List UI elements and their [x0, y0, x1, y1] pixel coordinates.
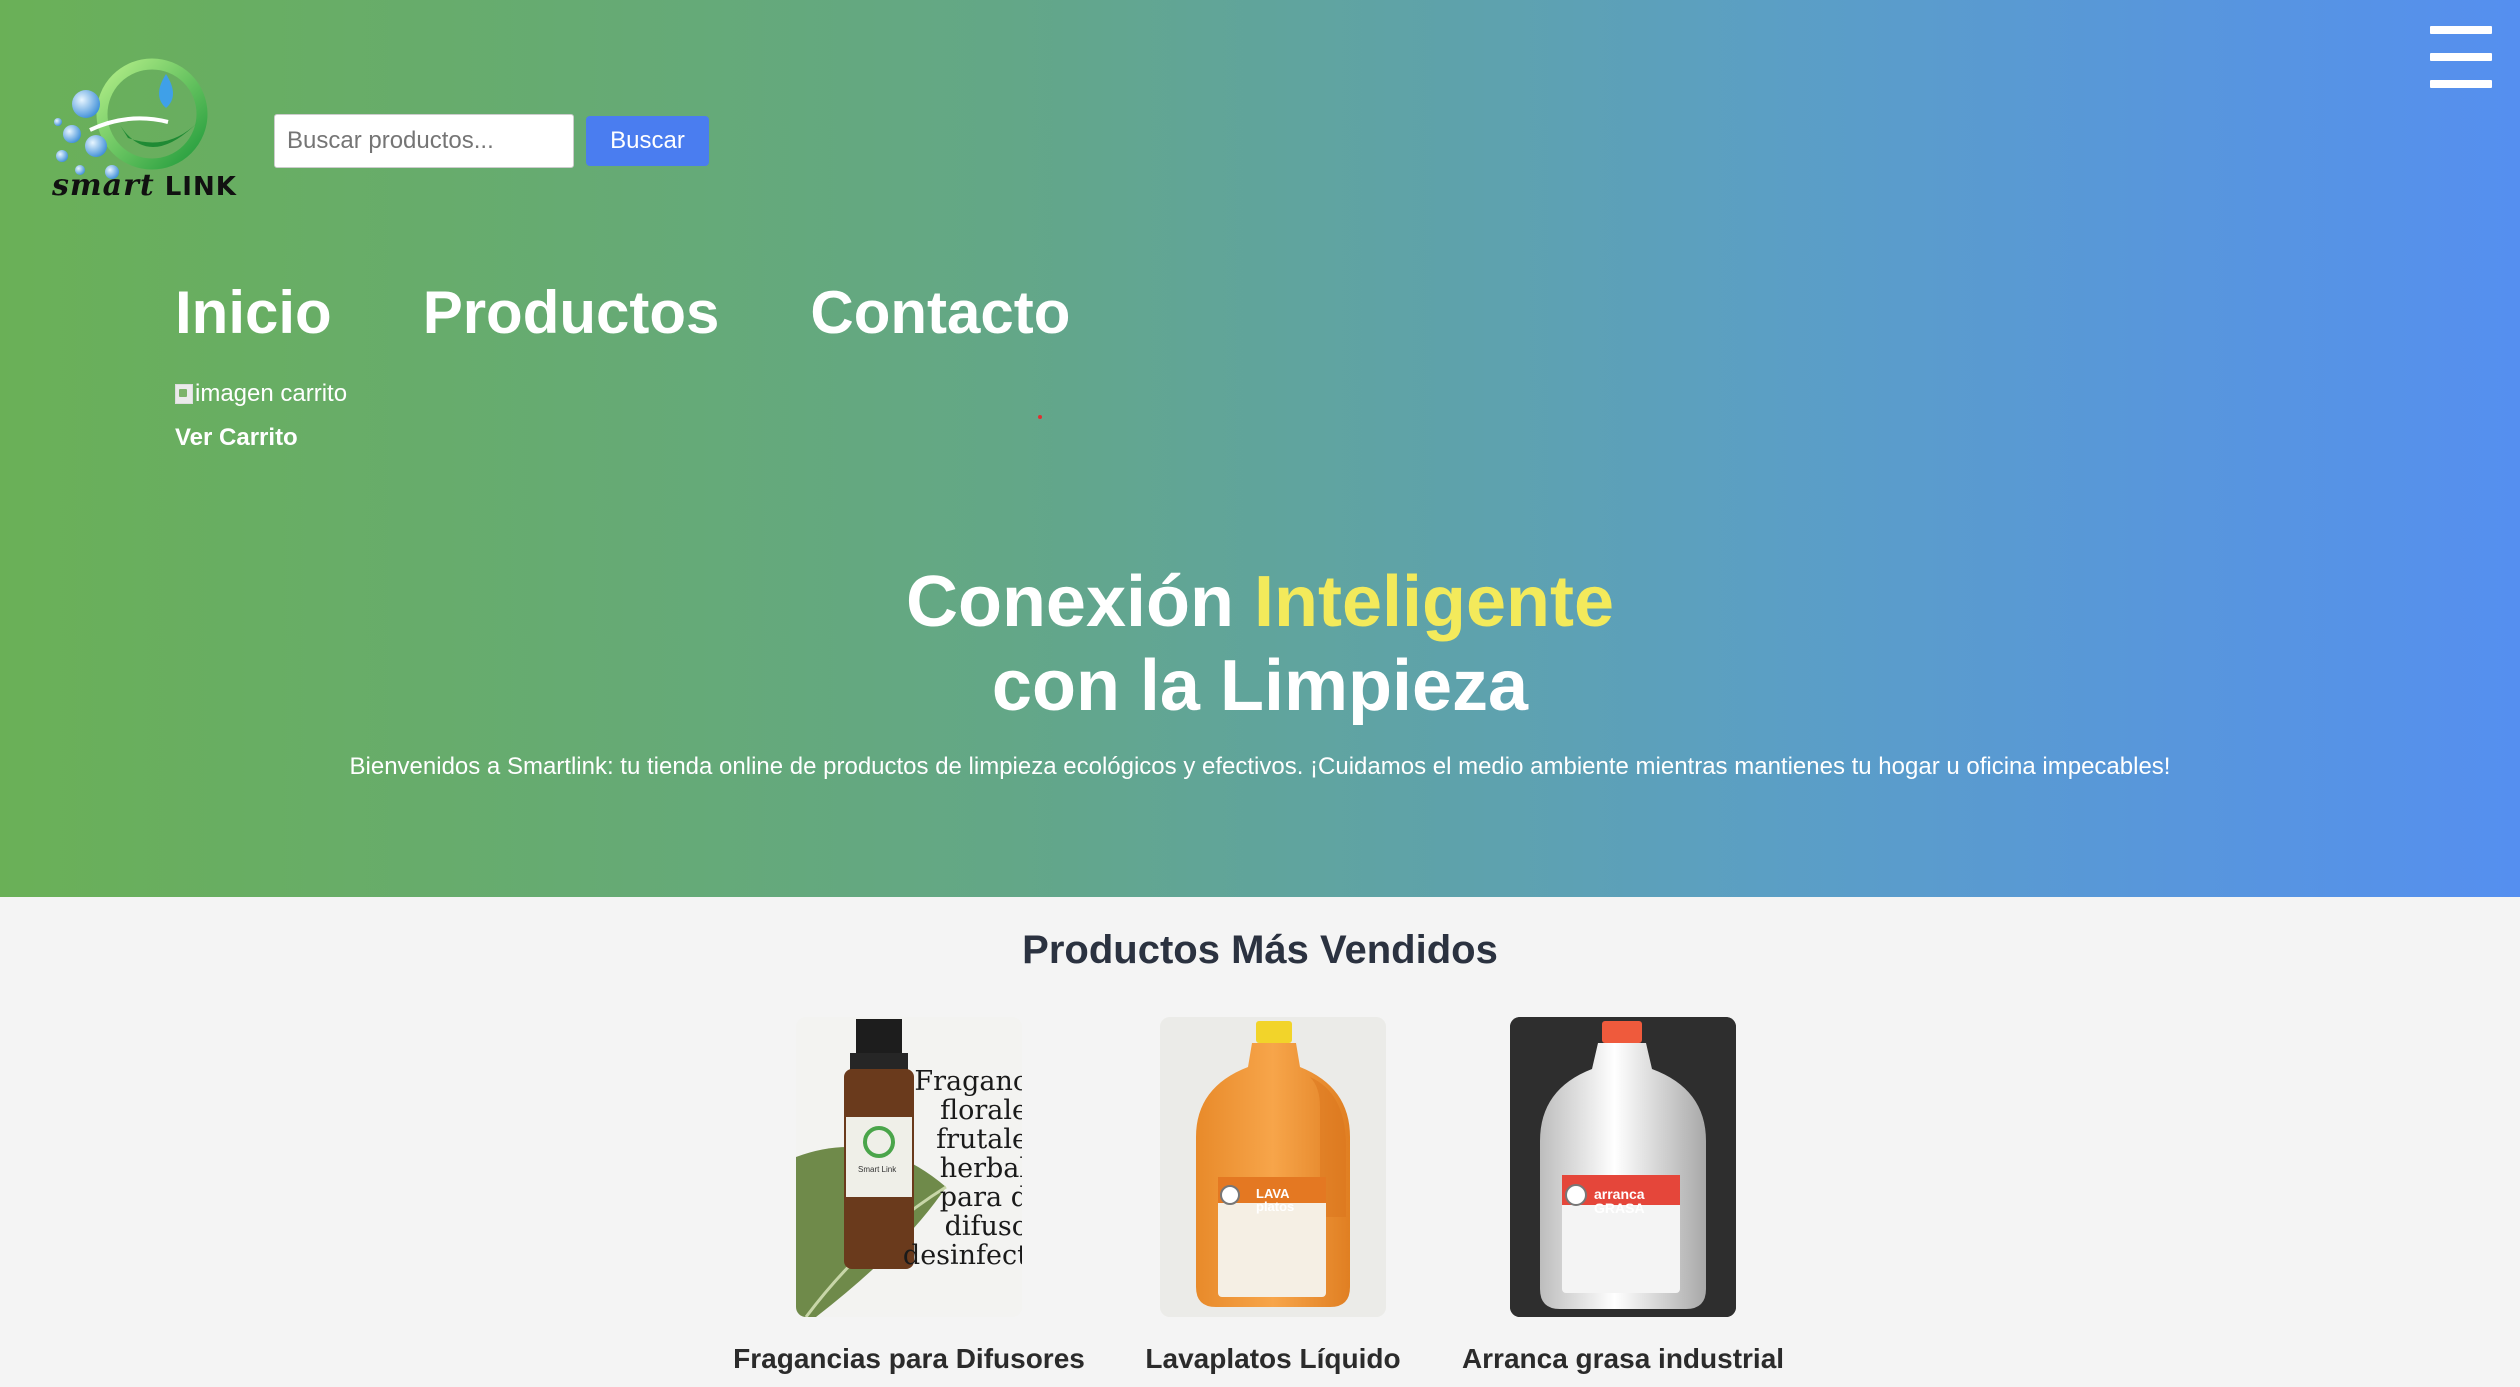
fragrance-image-line: Fraganc [914, 1066, 1022, 1097]
product-name-lavaplatos[interactable]: Lavaplatos Líquido [1123, 1343, 1423, 1375]
hamburger-line [2430, 26, 2492, 34]
dishwasher-liquid-image [1160, 1017, 1386, 1317]
search-button[interactable]: Buscar [586, 116, 709, 166]
hero-title-accent: Inteligente [1253, 562, 1615, 642]
fragrance-image-line: herbal [939, 1153, 1022, 1184]
cart-image[interactable]: imagen carrito [175, 380, 347, 408]
product-name-arranca-grasa[interactable]: Arranca grasa industrial [1433, 1343, 1813, 1375]
best-sellers-title: Productos Más Vendidos [1022, 928, 1498, 972]
fragrance-image-text: Fraganc florale frutale herbal para d di… [903, 1067, 1022, 1270]
product-card-lavaplatos[interactable]: LAVA platos [1160, 1017, 1386, 1317]
fragrance-image-line: difuso [944, 1211, 1022, 1242]
hero-subtitle: Bienvenidos a Smartlink: tu tienda onlin… [349, 753, 2171, 780]
product-name-fragancias[interactable]: Fragancias para Difusores [733, 1343, 1085, 1375]
fragrance-image-line: frutale [936, 1124, 1022, 1155]
degreaser-bottle-image [1510, 1017, 1736, 1317]
broken-image-icon [175, 384, 193, 404]
search-input[interactable] [274, 114, 574, 168]
hero-title-line2: con la Limpieza [991, 646, 1529, 726]
fragrance-label-brand: Smart Link [858, 1165, 897, 1174]
fragrance-image-line: desinfect [902, 1240, 1022, 1271]
hamburger-line [2430, 80, 2492, 88]
product-image-arranca-grasa[interactable]: arranca GRASA [1510, 1017, 1736, 1317]
logo-word-link: LINK [164, 172, 237, 202]
arranca-grasa-label-title: arranca GRASA [1594, 1186, 1645, 1216]
hero-banner: smart LINK Buscar Inicio Productos Contac… [0, 0, 2520, 897]
hamburger-icon[interactable] [2430, 26, 2492, 88]
nav-item-contacto[interactable]: Contacto [810, 278, 1070, 347]
lavaplatos-label-title: LAVA platos [1256, 1186, 1295, 1214]
fragrance-image-line: florale [940, 1095, 1022, 1126]
fragrance-image-line: para d [939, 1182, 1022, 1213]
hero-title-part1: Conexión [905, 562, 1254, 642]
product-card-fragancias[interactable]: Fraganc florale frutale herbal para d di… [796, 1017, 1022, 1317]
view-cart-link[interactable]: Ver Carrito [175, 424, 298, 452]
cart-image-alt-text: imagen carrito [195, 380, 348, 407]
hero-title: Conexión Inteligente con la Limpieza [0, 560, 2520, 728]
nav-item-productos[interactable]: Productos [423, 278, 720, 347]
product-image-fragancias[interactable]: Fraganc florale frutale herbal para d di… [796, 1017, 1022, 1317]
product-card-arranca-grasa[interactable]: arranca GRASA [1510, 1017, 1736, 1317]
logo-word-smart: smart [52, 168, 155, 203]
nav-item-inicio[interactable]: Inicio [175, 278, 332, 347]
hamburger-line [2430, 53, 2492, 61]
logo-wordmark: smart LINK [52, 168, 237, 203]
red-dot [1038, 415, 1042, 419]
main-nav: Inicio Productos Contacto [175, 278, 1070, 347]
product-image-lavaplatos[interactable]: LAVA platos [1160, 1017, 1386, 1317]
